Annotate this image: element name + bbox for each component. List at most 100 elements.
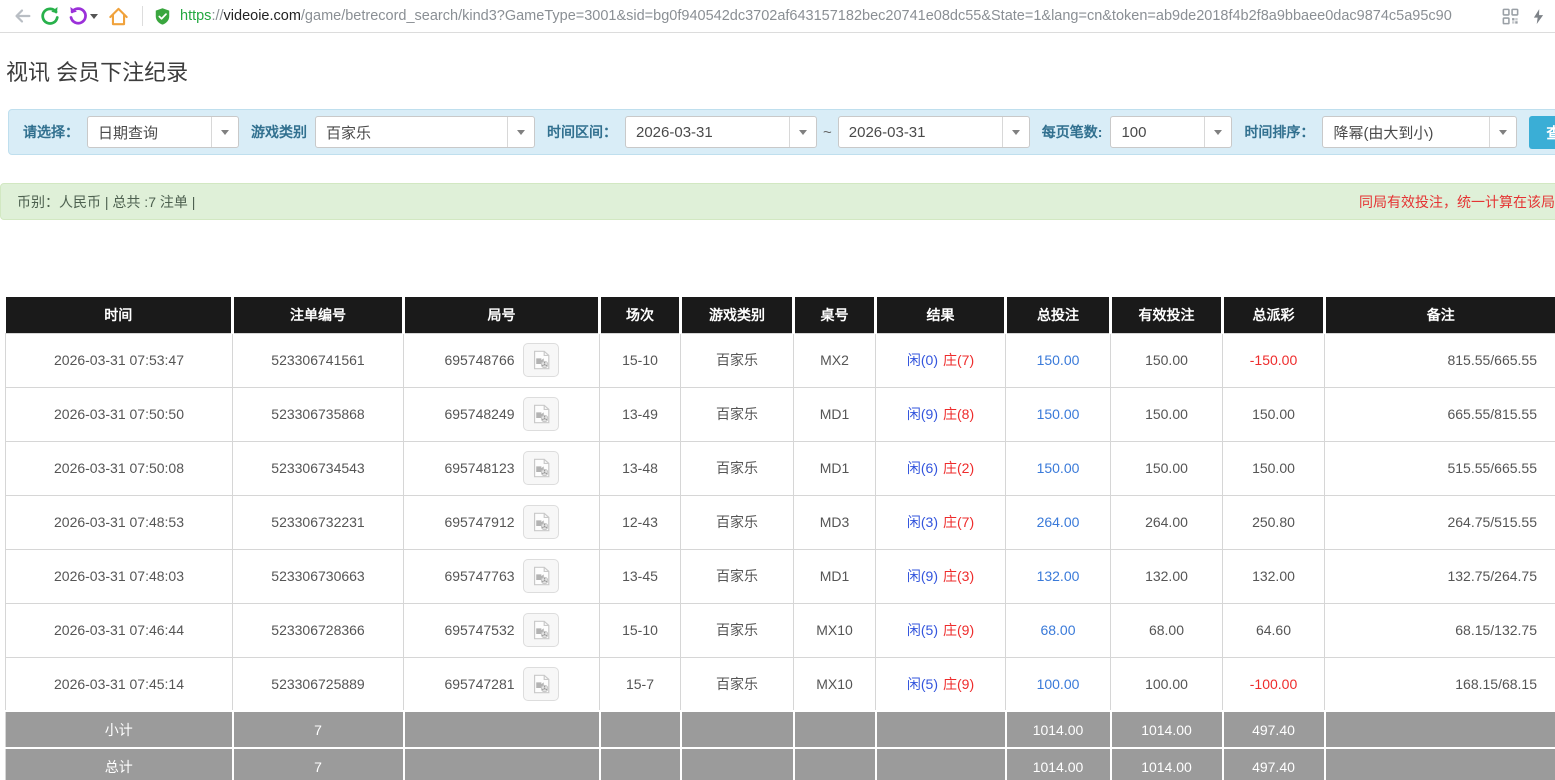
video-file-icon — [533, 458, 549, 478]
video-replay-button[interactable] — [522, 666, 559, 701]
table-no-cell: MX2 — [793, 332, 876, 388]
total-bet-link[interactable]: 132.00 — [1037, 568, 1080, 584]
date-to-value: 2026-03-31 — [848, 123, 926, 141]
address-bar[interactable]: https://videoie.com/game/betrecord_searc… — [180, 8, 1495, 24]
site-security-badge[interactable] — [153, 7, 172, 26]
result-player: 闲(5) — [906, 675, 938, 692]
round-id-wrap: 695747281 — [444, 666, 559, 701]
round-id-text: 695747763 — [444, 568, 515, 584]
page-size-value: 100 — [1121, 123, 1147, 141]
total-bet-link[interactable]: 150.00 — [1037, 406, 1080, 422]
video-replay-button[interactable] — [522, 451, 559, 485]
table-no-cell: MX10 — [793, 656, 876, 712]
query-type-value: 日期查询 — [98, 124, 159, 142]
summary-total-bet: 1014.00 — [1004, 747, 1112, 780]
query-type-label: 请选择： — [23, 124, 79, 140]
date-from-select[interactable]: 2026-03-31 — [625, 116, 817, 148]
browser-toolbar: https://videoie.com/game/betrecord_searc… — [0, 0, 1555, 33]
chevron-down-icon — [211, 117, 238, 147]
undo-dropdown-caret-icon[interactable] — [90, 13, 98, 19]
remark-cell: 665.55/815.55 — [1324, 386, 1555, 442]
table-row: 2026-03-31 07:53:47 523306741561 695748766… — [5, 332, 1555, 388]
page-size-select[interactable]: 100 — [1110, 116, 1233, 148]
summary-remark — [1323, 710, 1555, 749]
summary-empty-table — [792, 710, 877, 749]
total-bet-link[interactable]: 100.00 — [1037, 676, 1080, 692]
result-banker: 庄(9) — [943, 675, 975, 692]
video-file-icon — [533, 404, 549, 424]
video-file-icon — [533, 512, 549, 532]
session-cell: 15-7 — [599, 656, 681, 712]
chevron-down-icon — [789, 117, 816, 147]
round-id-wrap: 695747532 — [444, 613, 559, 647]
round-id-wrap: 695748249 — [444, 397, 559, 431]
time-cell: 2026-03-31 07:53:47 — [5, 332, 233, 388]
summary-count: 7 — [231, 710, 405, 749]
back-arrow-icon — [15, 9, 31, 23]
video-replay-button[interactable] — [522, 343, 559, 377]
total-bet-link[interactable]: 150.00 — [1037, 352, 1080, 368]
query-type-select[interactable]: 日期查询 — [87, 116, 239, 148]
result-player: 闲(9) — [906, 406, 938, 422]
game-type-cell: 百家乐 — [680, 656, 794, 712]
home-button[interactable] — [104, 2, 132, 30]
home-icon — [108, 7, 128, 25]
session-cell: 12-43 — [599, 494, 681, 550]
session-cell: 13-45 — [599, 548, 681, 604]
chevron-down-icon — [1001, 117, 1029, 147]
result-cell: 闲(3) 庄(7) — [875, 494, 1006, 550]
date-to-select[interactable]: 2026-03-31 — [837, 116, 1030, 148]
result-player: 闲(6) — [906, 460, 938, 476]
summary-empty-game — [679, 710, 795, 749]
summary-valid-bet: 1014.00 — [1109, 710, 1224, 749]
valid-bet-cell: 100.00 — [1110, 656, 1223, 712]
bet-id-cell: 523306734543 — [232, 440, 404, 496]
table-no-cell: MD3 — [793, 494, 876, 550]
back-button[interactable] — [8, 2, 36, 30]
summary-empty-round — [402, 747, 601, 780]
total-bet-cell: 264.00 — [1005, 494, 1111, 550]
bet-id-cell: 523306725889 — [232, 656, 404, 712]
session-cell: 13-49 — [599, 386, 681, 442]
total-bet-link[interactable]: 150.00 — [1037, 460, 1080, 476]
result-cell: 闲(5) 庄(9) — [875, 602, 1006, 658]
valid-bet-cell: 150.00 — [1110, 332, 1223, 388]
video-replay-button[interactable] — [522, 397, 559, 431]
column-header: 时间 — [5, 297, 234, 333]
table-row: 2026-03-31 07:50:50 523306735868 695748249… — [5, 386, 1555, 442]
video-replay-button[interactable] — [522, 613, 559, 647]
total-bet-link[interactable]: 264.00 — [1037, 514, 1080, 530]
column-header: 局号 — [403, 297, 601, 333]
round-id-wrap: 695748123 — [444, 451, 559, 485]
column-header: 备注 — [1324, 297, 1555, 333]
session-cell: 13-48 — [599, 440, 681, 496]
game-type-cell: 百家乐 — [680, 494, 794, 550]
result-cell: 闲(0) 庄(7) — [875, 332, 1006, 388]
sort-order-select[interactable]: 降幂(由大到小) — [1322, 116, 1518, 148]
video-replay-button[interactable] — [522, 505, 559, 539]
grand-total-row: 总计 7 1014.00 1014.00 497.40 — [5, 747, 1555, 780]
table-no-cell: MD1 — [793, 548, 876, 604]
sort-order-label: 时间排序： — [1244, 124, 1315, 140]
bet-id-cell: 523306728366 — [232, 602, 404, 658]
summary-payout: 497.40 — [1221, 710, 1326, 749]
search-button[interactable]: 查询 — [1529, 115, 1555, 149]
game-type-select[interactable]: 百家乐 — [315, 116, 535, 148]
session-cell: 15-10 — [599, 602, 681, 658]
remark-cell: 168.15/68.15 — [1324, 656, 1555, 712]
refresh-button[interactable] — [36, 2, 64, 30]
page-title: 视讯 会员下注纪录 — [6, 60, 189, 85]
total-bet-link[interactable]: 68.00 — [1040, 622, 1075, 638]
summary-label: 总计 — [5, 747, 234, 780]
video-replay-button[interactable] — [522, 559, 559, 593]
column-header: 场次 — [599, 297, 682, 333]
time-cell: 2026-03-31 07:50:50 — [5, 386, 233, 442]
round-id-text: 695748766 — [444, 352, 515, 368]
round-id-text: 695748123 — [444, 460, 515, 476]
qr-code-icon[interactable] — [1501, 7, 1520, 26]
result-banker: 庄(7) — [943, 514, 975, 530]
lightning-icon[interactable] — [1530, 7, 1547, 26]
result-cell: 闲(5) 庄(9) — [875, 656, 1006, 712]
undo-history-button[interactable] — [64, 2, 92, 30]
total-bet-cell: 100.00 — [1005, 656, 1111, 712]
